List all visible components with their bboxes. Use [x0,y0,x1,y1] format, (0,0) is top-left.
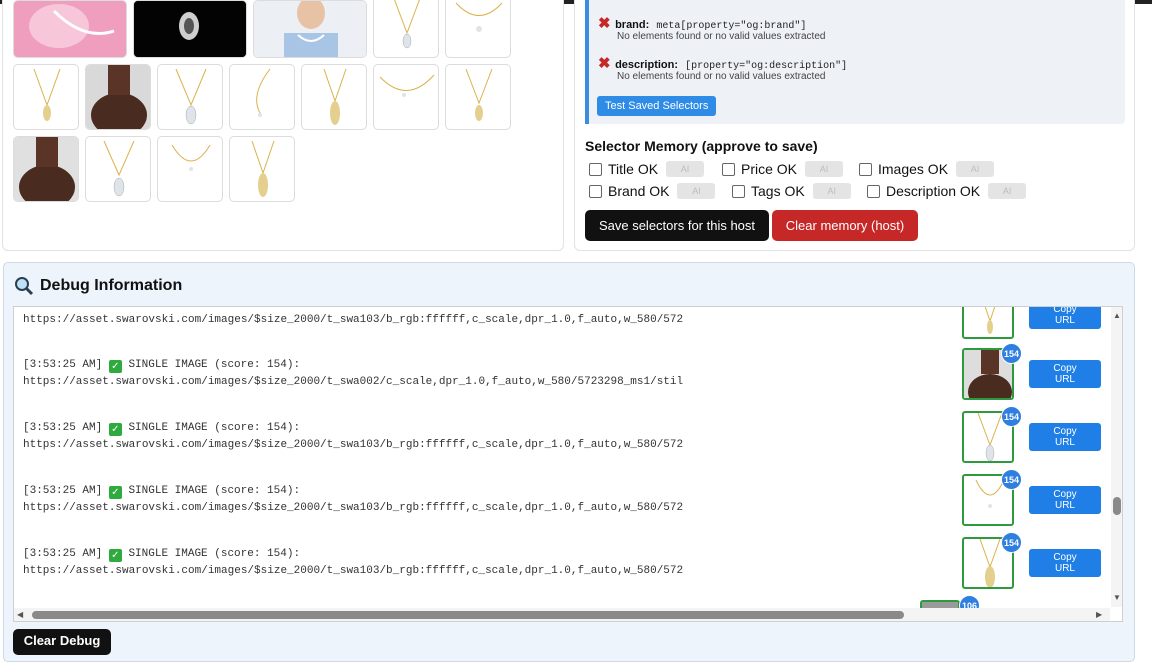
checkbox-label: Price OK [741,161,798,177]
copy-url-button[interactable]: Copy URL [1029,486,1101,514]
ai-badge[interactable]: AI [988,183,1027,199]
log-entry-url: https://asset.swarovski.com/images/$size… [23,565,684,577]
debug-log[interactable]: https://asset.swarovski.com/images/$size… [13,306,1123,622]
brand-ok-checkbox[interactable]: Brand OK AI [589,183,716,199]
copy-url-button[interactable]: Copy URL [1029,307,1101,329]
scroll-left-arrow-icon[interactable]: ◀ [17,610,23,619]
gallery-thumb[interactable] [133,0,247,58]
gallery-thumb[interactable] [229,64,295,130]
ai-badge[interactable]: AI [805,161,844,177]
checkbox-label: Title OK [608,161,659,177]
gallery-thumb[interactable] [445,0,511,58]
score-badge: 154 [1001,406,1022,427]
check-icon: ✓ [108,423,122,436]
title-ok-checkbox[interactable]: Title OK AI [589,161,705,177]
error-x-icon: ✖ [598,55,611,72]
log-entry-url: https://asset.swarovski.com/images/$size… [23,439,684,451]
score-badge: 154 [1001,532,1022,553]
gallery-thumb[interactable] [13,0,127,58]
clear-debug-button[interactable]: Clear Debug [13,629,111,655]
log-entry-header: [3:53:25 AM] ✓ SINGLE IMAGE (score: 154)… [23,548,301,562]
vertical-scrollbar[interactable]: ▲ ▼ [1111,307,1122,607]
selector-message: No elements found or no valid values ext… [617,71,826,82]
magnifier-icon [15,277,34,296]
copy-url-button[interactable]: Copy URL [1029,360,1101,388]
selector-memory-title: Selector Memory (approve to save) [585,138,818,154]
score-badge: 154 [1001,343,1022,364]
selector-key: description: [615,59,679,71]
log-entry-header: [3:53:25 AM] ✓ SINGLE IMAGE (score: 154)… [23,485,301,499]
ai-badge[interactable]: AI [956,161,995,177]
scroll-right-arrow-icon[interactable]: ▶ [1096,610,1102,619]
gallery-thumb[interactable] [85,136,151,202]
log-thumb-image[interactable] [962,307,1014,339]
checkbox-label: Images OK [878,161,949,177]
check-icon: ✓ [108,549,122,562]
selector-message: No elements found or no valid values ext… [617,31,826,42]
price-ok-checkbox[interactable]: Price OK AI [722,161,844,177]
selector-row-description: ✖ description: [property="og:description… [598,54,847,72]
checkbox-box[interactable] [589,184,602,198]
copy-url-button[interactable]: Copy URL [1029,423,1101,451]
ai-badge[interactable]: AI [677,183,716,199]
checkbox-box[interactable] [859,162,872,176]
gallery-thumb[interactable] [445,64,511,130]
debug-title: Debug Information [14,276,182,296]
ai-badge[interactable]: AI [666,161,705,177]
scroll-down-arrow-icon[interactable]: ▼ [1113,593,1121,602]
test-saved-selectors-button[interactable]: Test Saved Selectors [597,96,717,116]
tags-ok-checkbox[interactable]: Tags OK AI [732,183,851,199]
gallery-thumb[interactable] [157,136,223,202]
gallery-thumb[interactable] [253,0,367,58]
gallery-thumb[interactable] [373,0,439,58]
gallery-thumb[interactable] [373,64,439,130]
description-ok-checkbox[interactable]: Description OK AI [867,183,1027,199]
checkbox-box[interactable] [867,184,880,198]
gallery-thumb[interactable] [85,64,151,130]
copy-url-button[interactable]: Copy URL [1029,549,1101,577]
gallery-thumb[interactable] [301,64,367,130]
vertical-scroll-thumb[interactable] [1113,497,1121,515]
images-ok-checkbox[interactable]: Images OK AI [859,161,995,177]
scroll-up-arrow-icon[interactable]: ▲ [1113,311,1121,320]
horizontal-scroll-thumb[interactable] [32,611,904,619]
log-entry-header: [3:53:25 AM] ✓ SINGLE IMAGE (score: 154)… [23,422,301,436]
gallery-thumb[interactable] [229,136,295,202]
checkbox-box[interactable] [589,162,602,176]
log-entry-url: https://asset.swarovski.com/images/$size… [23,502,684,514]
check-icon: ✓ [108,486,122,499]
horizontal-scrollbar[interactable]: ◀ ▶ [14,608,1110,621]
selector-row-brand: ✖ brand: meta[property="og:brand"] [598,14,806,32]
save-selectors-button[interactable]: Save selectors for this host [585,210,769,241]
debug-title-text: Debug Information [40,277,183,294]
selector-key: brand: [615,19,650,31]
checkbox-label: Brand OK [608,183,670,199]
checkbox-label: Description OK [886,183,981,199]
gallery-thumb[interactable] [157,64,223,130]
score-badge: 154 [1001,469,1022,490]
clear-memory-button[interactable]: Clear memory (host) [772,210,918,241]
gallery-thumb[interactable] [13,64,79,130]
checkbox-box[interactable] [732,184,745,198]
log-entry-url: https://asset.swarovski.com/images/$size… [23,376,684,388]
gallery-thumb[interactable] [13,136,79,202]
checkbox-box[interactable] [722,162,735,176]
check-icon: ✓ [108,360,122,373]
error-x-icon: ✖ [598,15,611,32]
checkbox-label: Tags OK [751,183,805,199]
log-entry-header: [3:53:25 AM] ✓ SINGLE IMAGE (score: 154)… [23,359,301,373]
ai-badge[interactable]: AI [812,183,851,199]
log-url-partial: https://asset.swarovski.com/images/$size… [23,314,684,326]
